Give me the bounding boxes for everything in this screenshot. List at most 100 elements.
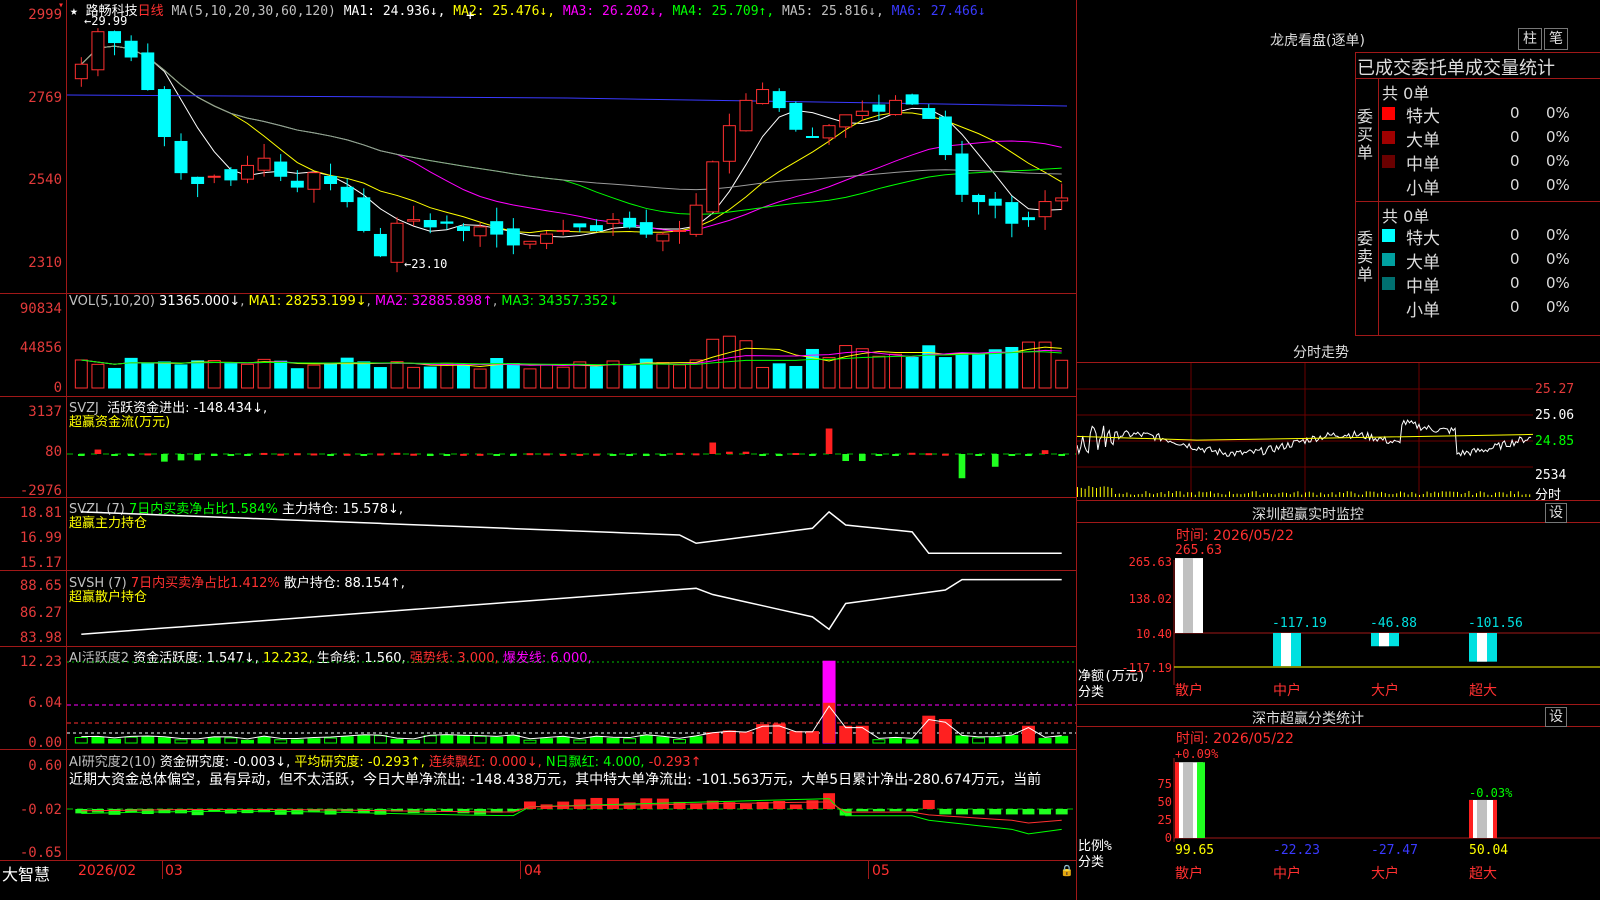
volume-bar	[457, 365, 470, 389]
svsh-axis-label: 86.27	[19, 605, 62, 621]
sz-settings-button[interactable]: 设	[1545, 503, 1567, 523]
volume-chart[interactable]	[67, 294, 1076, 396]
sz-bar	[1469, 633, 1497, 662]
flow-bar	[526, 453, 534, 456]
intraday-vol-bar	[1213, 493, 1215, 497]
sz-bar	[1273, 633, 1301, 667]
activity-bar	[490, 736, 504, 744]
intraday-vol-bar	[1301, 494, 1303, 497]
svzl-axis-label: 15.17	[19, 555, 62, 571]
intraday-vol-bar	[1118, 493, 1120, 497]
intraday-vol-bar	[1206, 492, 1208, 497]
candlestick-chart[interactable]	[67, 0, 1076, 293]
date-label: 03	[165, 863, 183, 879]
intraday-vol-bar	[1282, 492, 1284, 497]
research-bar	[374, 809, 387, 815]
ma-line	[80, 45, 1062, 234]
intraday-vol-bar	[1251, 491, 1253, 497]
flow-bar	[892, 454, 899, 456]
intraday-vol-bar	[1229, 491, 1230, 497]
candle-body	[905, 94, 919, 105]
activity-bar	[390, 738, 404, 744]
svsh-chart[interactable]	[67, 571, 1076, 646]
intraday-vol-bar	[1331, 492, 1333, 497]
intraday-vol-bar	[1415, 493, 1417, 497]
research-line	[81, 798, 1062, 835]
candle-body	[922, 108, 936, 119]
activity-bar	[340, 736, 354, 744]
candle-body	[689, 204, 703, 235]
sz-monitor-title: 深圳超赢实时监控	[1252, 507, 1364, 523]
flow-bar	[659, 454, 667, 456]
volume-bar	[889, 353, 903, 389]
intraday-vol-bar	[1248, 492, 1249, 497]
sz-axis-label: 138.02	[1129, 592, 1172, 606]
bar-view-button[interactable]: 柱	[1518, 28, 1542, 50]
research-bar	[656, 798, 669, 809]
intraday-vol-axis-label: 2534	[1535, 468, 1567, 483]
candle-body	[174, 140, 188, 174]
flow-bar	[925, 453, 933, 456]
svzj-axis-label: -2976	[19, 483, 62, 499]
volume-bar	[141, 362, 155, 389]
order-percent: 0%	[1546, 250, 1570, 268]
volume-bar	[556, 366, 570, 389]
vol-axis-label: 44856	[19, 340, 62, 356]
flow-bar	[343, 453, 351, 456]
research-bar	[1022, 809, 1035, 815]
volume-bar	[224, 363, 238, 389]
sz-value-label: -46.88	[1370, 616, 1417, 631]
sz-bar	[1371, 633, 1399, 647]
order-percent: 0%	[1546, 274, 1570, 292]
candle-body	[822, 125, 836, 139]
stat-settings-button[interactable]: 设	[1545, 707, 1567, 727]
intraday-vol-bar	[1286, 492, 1287, 497]
stat-axis-label: 75	[1158, 777, 1172, 791]
activity-bar	[689, 736, 703, 744]
candle-body	[839, 114, 853, 128]
svzj-chart[interactable]	[67, 397, 1076, 497]
activity-bar	[457, 735, 470, 744]
activity-bar	[108, 738, 122, 744]
flow-bar	[908, 452, 916, 455]
ai1-axis-label: 6.04	[28, 695, 62, 711]
activity-bar	[540, 738, 554, 744]
tick-view-button[interactable]: 笔	[1544, 28, 1568, 50]
sz-axis-label: 265.63	[1129, 555, 1172, 569]
intraday-chart[interactable]	[1077, 363, 1533, 500]
volume-bar	[523, 368, 537, 389]
volume-bar	[772, 363, 786, 389]
candle-body	[872, 104, 886, 112]
intraday-vol-bar	[1422, 493, 1424, 497]
activity-bar	[257, 736, 271, 744]
research-bar	[956, 809, 968, 815]
activity-bar	[589, 736, 603, 744]
candle-body	[556, 229, 570, 232]
sz-bar-highlight	[1379, 633, 1389, 647]
intraday-vol-bar	[1187, 492, 1189, 497]
candle-body	[390, 222, 404, 263]
ai2-chart[interactable]	[67, 788, 1076, 860]
flow-bar	[1008, 454, 1016, 456]
flow-bar	[1025, 454, 1032, 456]
lock-icon[interactable]: 🔒	[1060, 864, 1074, 877]
intraday-vol-bar	[1232, 494, 1234, 497]
ma-line	[80, 45, 1062, 238]
sz-monitor-chart[interactable]: 265.63 138.02 10.40 -117.19 净额(万元)分类 265.63 散户…	[1077, 540, 1600, 700]
sz-stat-chart[interactable]: 75 50 25 0 比例%分类 99.65 散户 -22.23 中户 -27.47 大户 50.04…	[1077, 744, 1600, 900]
order-percent: 0%	[1546, 226, 1570, 244]
intraday-vol-bar	[1134, 494, 1135, 497]
activity-bar	[74, 737, 88, 744]
flow-bar	[576, 453, 584, 456]
order-size-label: 中单	[1406, 277, 1440, 297]
ai2-axis-label: 0.60	[28, 758, 62, 774]
ai1-chart[interactable]	[67, 647, 1076, 749]
candle-body	[1021, 217, 1035, 221]
volume-bar	[473, 368, 487, 389]
volume-bar	[440, 362, 454, 389]
intraday-vol-bar	[1468, 491, 1470, 497]
intraday-vol-bar	[1324, 494, 1325, 497]
stat-axis-label: 25	[1158, 813, 1172, 827]
order-size-label: 中单	[1406, 155, 1440, 175]
svzl-chart[interactable]	[67, 498, 1076, 570]
